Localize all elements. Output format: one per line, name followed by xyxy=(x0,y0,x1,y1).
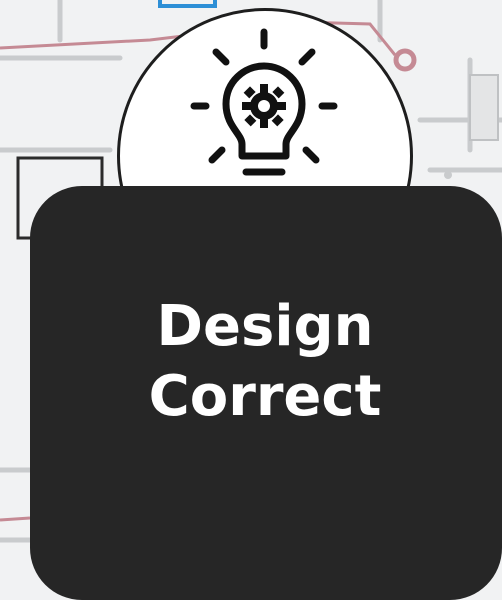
card-title-line-2: Correct xyxy=(148,364,382,429)
illustration: Design Correct xyxy=(0,0,502,600)
lightbulb-gear-icon xyxy=(190,28,338,176)
card-title-line-1: Design xyxy=(156,294,374,359)
card-title: Design Correct xyxy=(0,292,502,432)
